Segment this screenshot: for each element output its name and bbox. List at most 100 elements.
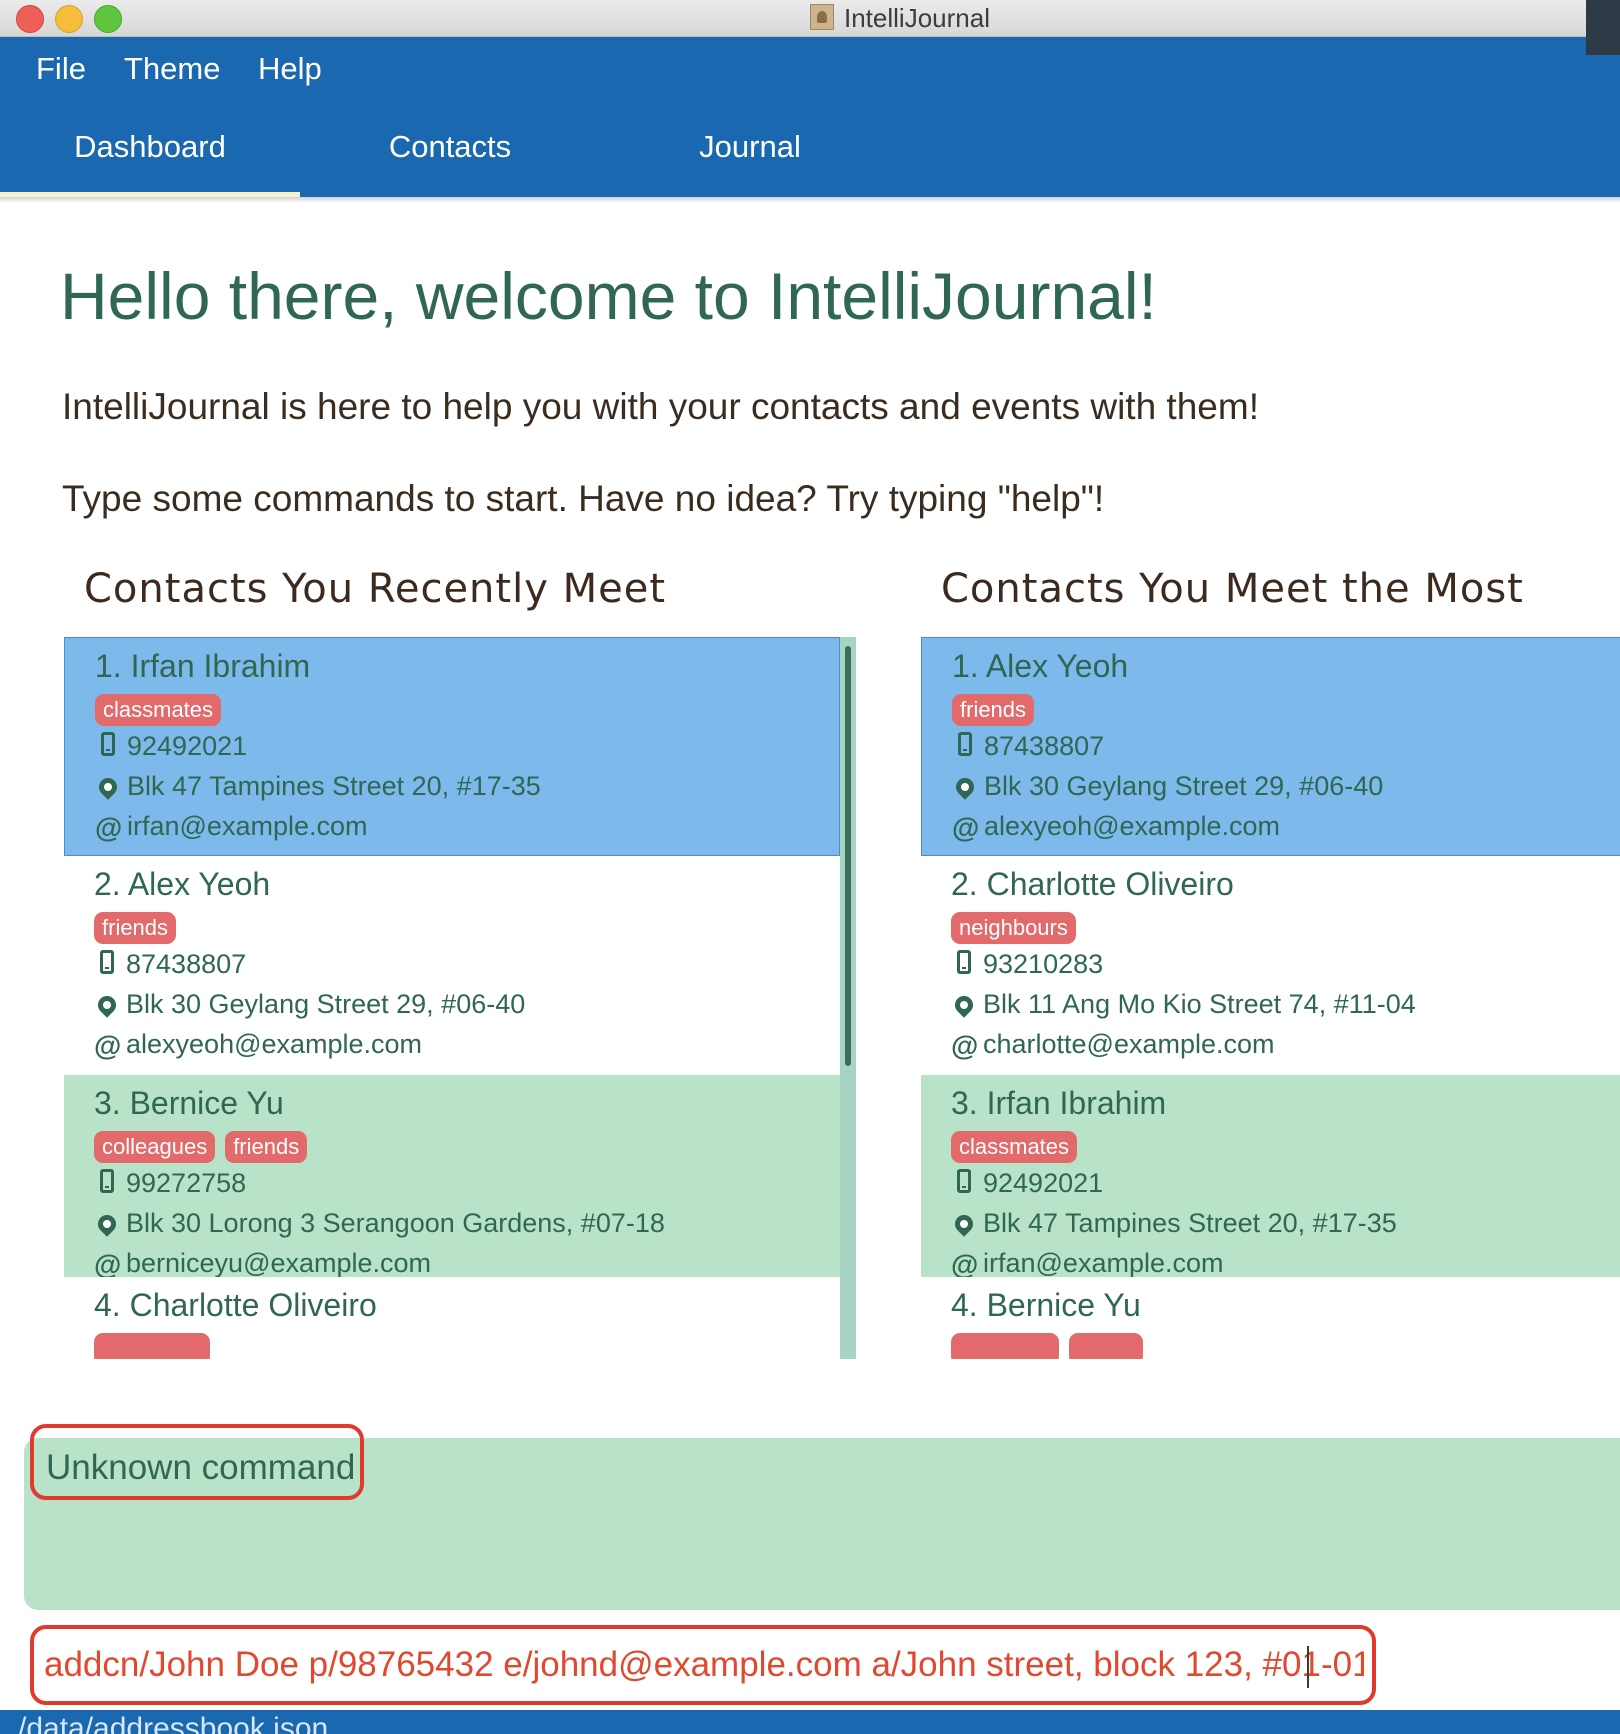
phone-icon xyxy=(951,1169,977,1200)
menu-theme[interactable]: Theme xyxy=(124,51,220,87)
tag: friends xyxy=(952,694,1035,726)
window-title-container: IntelliJournal xyxy=(0,2,1620,34)
contact-name: 4. Charlotte Oliveiro xyxy=(94,1287,377,1323)
tag: neighbours xyxy=(951,912,1076,944)
menu-file[interactable]: File xyxy=(36,51,86,87)
tab-contacts[interactable]: Contacts xyxy=(300,129,600,165)
contact-name: 1. Alex Yeoh xyxy=(952,648,1129,684)
contact-address-row: Blk 30 Geylang Street 29, #06-40 xyxy=(94,989,525,1021)
contact-name: 3. Bernice Yu xyxy=(94,1085,284,1121)
contact-email-row: @ berniceyu@example.com xyxy=(94,1248,431,1281)
contact-email-row: @ alexyeoh@example.com xyxy=(952,811,1280,844)
status-bar: /data/addressbook.json xyxy=(0,1710,1620,1734)
tag: colleagues xyxy=(94,1131,216,1163)
contact-email-row: @ irfan@example.com xyxy=(951,1248,1224,1281)
contact-phone-row: 92492021 xyxy=(951,1168,1103,1200)
contact-tags xyxy=(94,1333,220,1359)
contact-card[interactable]: 2. Charlotte Oliveiro neighbours 9321028… xyxy=(921,856,1620,1075)
contact-card[interactable]: 3. Bernice Yu colleagues friends 99272758… xyxy=(64,1075,840,1280)
recent-contacts-title: Contacts You Recently Meet xyxy=(84,566,666,612)
result-highlight-outline xyxy=(30,1424,364,1500)
contact-card[interactable]: 3. Irfan Ibrahim classmates 92492021 Blk… xyxy=(921,1075,1620,1280)
contact-tags: colleagues friends xyxy=(94,1131,317,1163)
contact-tags: classmates xyxy=(95,694,231,726)
contact-email: irfan@example.com xyxy=(983,1248,1224,1278)
tag xyxy=(94,1333,210,1359)
contact-tags: neighbours xyxy=(951,912,1086,944)
location-pin-icon xyxy=(951,1209,977,1240)
contact-tags: friends xyxy=(94,912,186,944)
window-titlebar: IntelliJournal xyxy=(0,0,1620,37)
tag xyxy=(1069,1333,1143,1359)
app-document-icon xyxy=(810,4,834,30)
contact-address-row: Blk 30 Geylang Street 29, #06-40 xyxy=(952,771,1383,803)
contact-address: Blk 11 Ang Mo Kio Street 74, #11-04 xyxy=(983,989,1416,1019)
contact-name: 2. Charlotte Oliveiro xyxy=(951,866,1234,902)
frequent-contacts-title: Contacts You Meet the Most xyxy=(941,566,1524,612)
contact-tags xyxy=(951,1333,1153,1359)
contact-address-row: Blk 30 Lorong 3 Serangoon Gardens, #07-1… xyxy=(94,1208,665,1240)
contact-phone-row: 99272758 xyxy=(94,1168,246,1200)
contact-address-row: Blk 11 Ang Mo Kio Street 74, #11-04 xyxy=(951,989,1416,1021)
frequent-contacts-list[interactable]: 1. Alex Yeoh friends 87438807 Blk 30 Gey… xyxy=(921,637,1620,1359)
command-input[interactable] xyxy=(44,1638,1364,1692)
contact-phone: 99272758 xyxy=(126,1168,247,1198)
contact-phone: 93210283 xyxy=(983,949,1104,979)
at-sign-icon: @ xyxy=(94,1029,122,1061)
at-sign-icon: @ xyxy=(95,811,123,843)
tab-journal[interactable]: Journal xyxy=(600,129,900,165)
contact-address: Blk 30 Lorong 3 Serangoon Gardens, #07-1… xyxy=(126,1208,665,1238)
location-pin-icon xyxy=(95,772,121,803)
contact-card[interactable]: 1. Alex Yeoh friends 87438807 Blk 30 Gey… xyxy=(921,637,1620,856)
contact-phone: 87438807 xyxy=(126,949,247,979)
contact-email-row: @ charlotte@example.com xyxy=(951,1029,1275,1062)
location-pin-icon xyxy=(952,772,978,803)
contact-address: Blk 47 Tampines Street 20, #17-35 xyxy=(127,771,541,801)
contact-address: Blk 47 Tampines Street 20, #17-35 xyxy=(983,1208,1397,1238)
data-file-path: /data/addressbook.json xyxy=(18,1712,329,1734)
tab-shadow xyxy=(0,197,1620,203)
window-corner xyxy=(1586,0,1620,55)
tag: classmates xyxy=(95,694,222,726)
contact-phone: 92492021 xyxy=(127,731,248,761)
contact-card[interactable]: 4. Bernice Yu xyxy=(921,1277,1620,1359)
menu-bar: File Theme Help Dashboard Contacts Journ… xyxy=(0,37,1620,197)
contact-phone-row: 87438807 xyxy=(952,731,1104,763)
contact-name: 2. Alex Yeoh xyxy=(94,866,271,902)
hint-text: Type some commands to start. Have no ide… xyxy=(62,478,1105,519)
recent-list-scroll-thumb[interactable] xyxy=(845,646,851,1066)
location-pin-icon xyxy=(94,990,120,1021)
contact-email: berniceyu@example.com xyxy=(126,1248,432,1278)
contact-tags: friends xyxy=(952,694,1044,726)
tab-dashboard[interactable]: Dashboard xyxy=(0,129,300,165)
contact-address-row: Blk 47 Tampines Street 20, #17-35 xyxy=(951,1208,1397,1240)
contact-email: alexyeoh@example.com xyxy=(984,811,1281,841)
tag: friends xyxy=(225,1131,308,1163)
menu-help[interactable]: Help xyxy=(258,51,322,87)
tag: classmates xyxy=(951,1131,1078,1163)
contact-address: Blk 30 Geylang Street 29, #06-40 xyxy=(126,989,526,1019)
window-title: IntelliJournal xyxy=(844,3,990,33)
recent-contacts-list[interactable]: 1. Irfan Ibrahim classmates 92492021 Blk… xyxy=(64,637,840,1359)
contact-email: alexyeoh@example.com xyxy=(126,1029,423,1059)
contact-tags: classmates xyxy=(951,1131,1087,1163)
contact-card[interactable]: 2. Alex Yeoh friends 87438807 Blk 30 Gey… xyxy=(64,856,840,1075)
contact-phone: 87438807 xyxy=(984,731,1105,761)
contact-phone: 92492021 xyxy=(983,1168,1104,1198)
contact-name: 3. Irfan Ibrahim xyxy=(951,1085,1167,1121)
phone-icon xyxy=(94,950,120,981)
contact-name: 1. Irfan Ibrahim xyxy=(95,648,311,684)
tag: friends xyxy=(94,912,177,944)
contact-email-row: @ irfan@example.com xyxy=(95,811,368,844)
contact-card[interactable]: 4. Charlotte Oliveiro xyxy=(64,1277,840,1359)
intro-text: IntelliJournal is here to help you with … xyxy=(62,386,1259,427)
welcome-heading: Hello there, welcome to IntelliJournal! xyxy=(60,259,1157,333)
contact-address-row: Blk 47 Tampines Street 20, #17-35 xyxy=(95,771,541,803)
phone-icon xyxy=(94,1169,120,1200)
text-caret xyxy=(1307,1646,1309,1688)
phone-icon xyxy=(95,732,121,763)
tag xyxy=(951,1333,1059,1359)
at-sign-icon: @ xyxy=(952,811,980,843)
contact-phone-row: 92492021 xyxy=(95,731,247,763)
contact-card[interactable]: 1. Irfan Ibrahim classmates 92492021 Blk… xyxy=(64,637,840,856)
